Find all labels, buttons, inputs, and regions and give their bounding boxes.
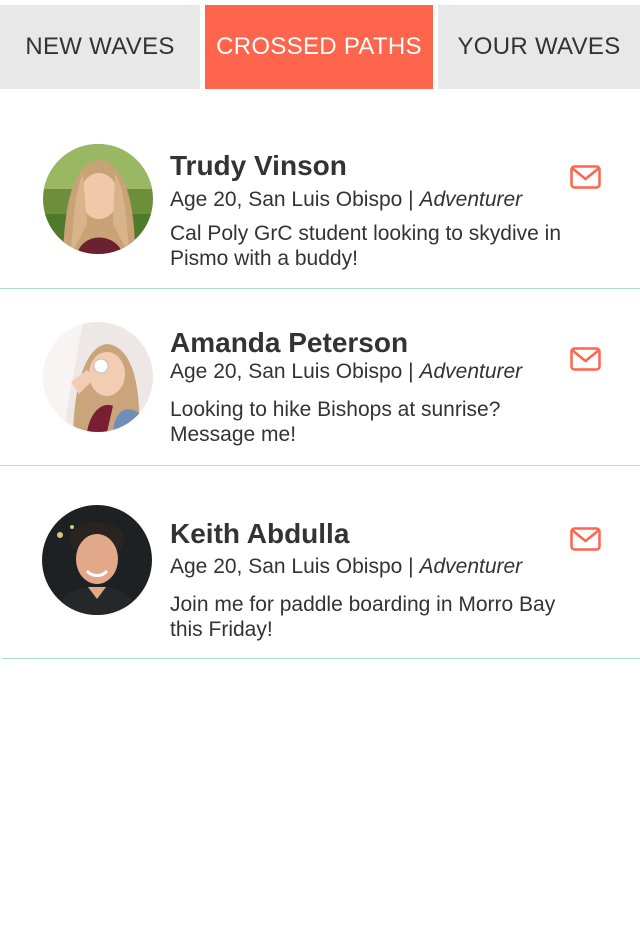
meta-separator: | [402, 555, 420, 578]
person-description: Cal Poly GrC student looking to skydive … [170, 222, 562, 270]
divider [2, 658, 640, 659]
tab-bar: NEW WAVES CROSSED PATHS YOUR WAVES [0, 0, 640, 92]
list-item[interactable]: Amanda Peterson Age 20, San Luis Obispo … [0, 289, 640, 466]
tab-your-waves-label: YOUR WAVES [457, 33, 621, 60]
age-location: Age 20, San Luis Obispo [170, 360, 403, 383]
tab-new-waves[interactable]: NEW WAVES [0, 5, 200, 89]
person-name: Trudy Vinson [170, 150, 347, 181]
person-tag: Adventurer [419, 360, 523, 383]
list-item[interactable]: Trudy Vinson Age 20, San Luis Obispo | A… [0, 92, 640, 289]
person-name: Amanda Peterson [170, 327, 409, 358]
person-description: Join me for paddle boarding in Morro Bay… [170, 593, 556, 641]
mail-icon[interactable] [570, 165, 601, 189]
person-tag: Adventurer [419, 188, 523, 211]
mail-icon[interactable] [570, 347, 601, 371]
person-meta: Age 20, San Luis Obispo | Adventurer [170, 188, 522, 212]
avatar [43, 322, 153, 432]
person-meta: Age 20, San Luis Obispo | Adventurer [170, 555, 522, 579]
avatar [43, 144, 153, 254]
person-name: Keith Abdulla [170, 518, 350, 549]
avatar [42, 505, 152, 615]
mail-icon[interactable] [570, 527, 601, 551]
tab-new-waves-label: NEW WAVES [25, 33, 175, 60]
meta-separator: | [402, 188, 420, 211]
age-location: Age 20, San Luis Obispo [170, 555, 403, 578]
meta-separator: | [402, 360, 420, 383]
person-description: Looking to hike Bishops at sunrise? Mess… [170, 398, 501, 446]
age-location: Age 20, San Luis Obispo [170, 188, 403, 211]
tab-crossed-paths-label: CROSSED PATHS [216, 33, 422, 60]
list-item[interactable]: Keith Abdulla Age 20, San Luis Obispo | … [0, 466, 640, 659]
person-tag: Adventurer [419, 555, 523, 578]
person-meta: Age 20, San Luis Obispo | Adventurer [170, 360, 522, 384]
tab-crossed-paths[interactable]: CROSSED PATHS [205, 5, 433, 89]
tab-your-waves[interactable]: YOUR WAVES [438, 5, 640, 89]
